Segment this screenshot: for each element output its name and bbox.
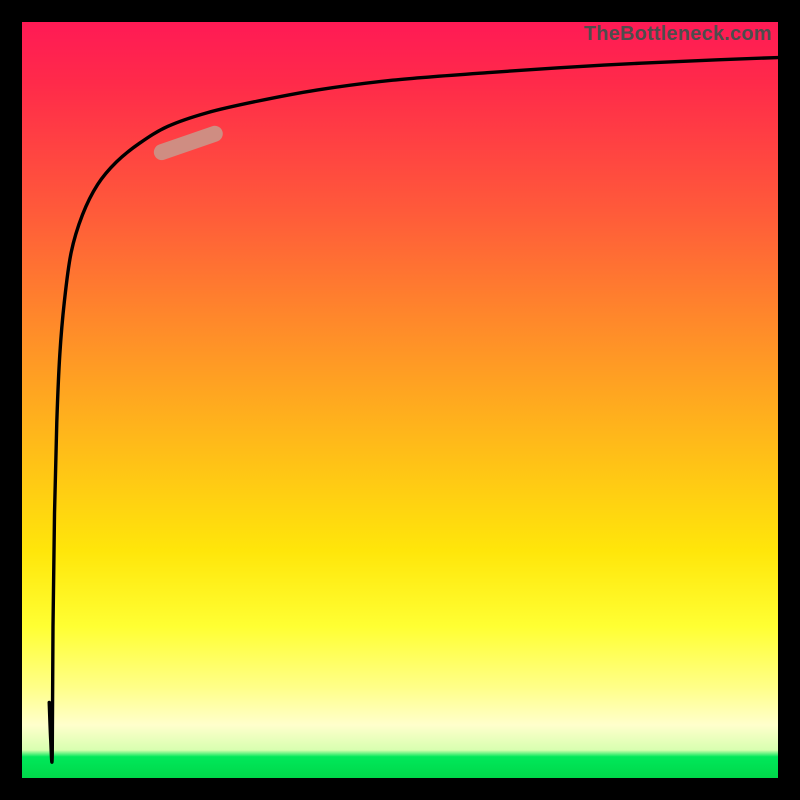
curve-line xyxy=(49,58,778,763)
chart-frame: TheBottleneck.com xyxy=(22,22,778,778)
chart-svg xyxy=(22,22,778,778)
watermark-text: TheBottleneck.com xyxy=(584,23,772,46)
plot-area: TheBottleneck.com xyxy=(22,22,778,778)
